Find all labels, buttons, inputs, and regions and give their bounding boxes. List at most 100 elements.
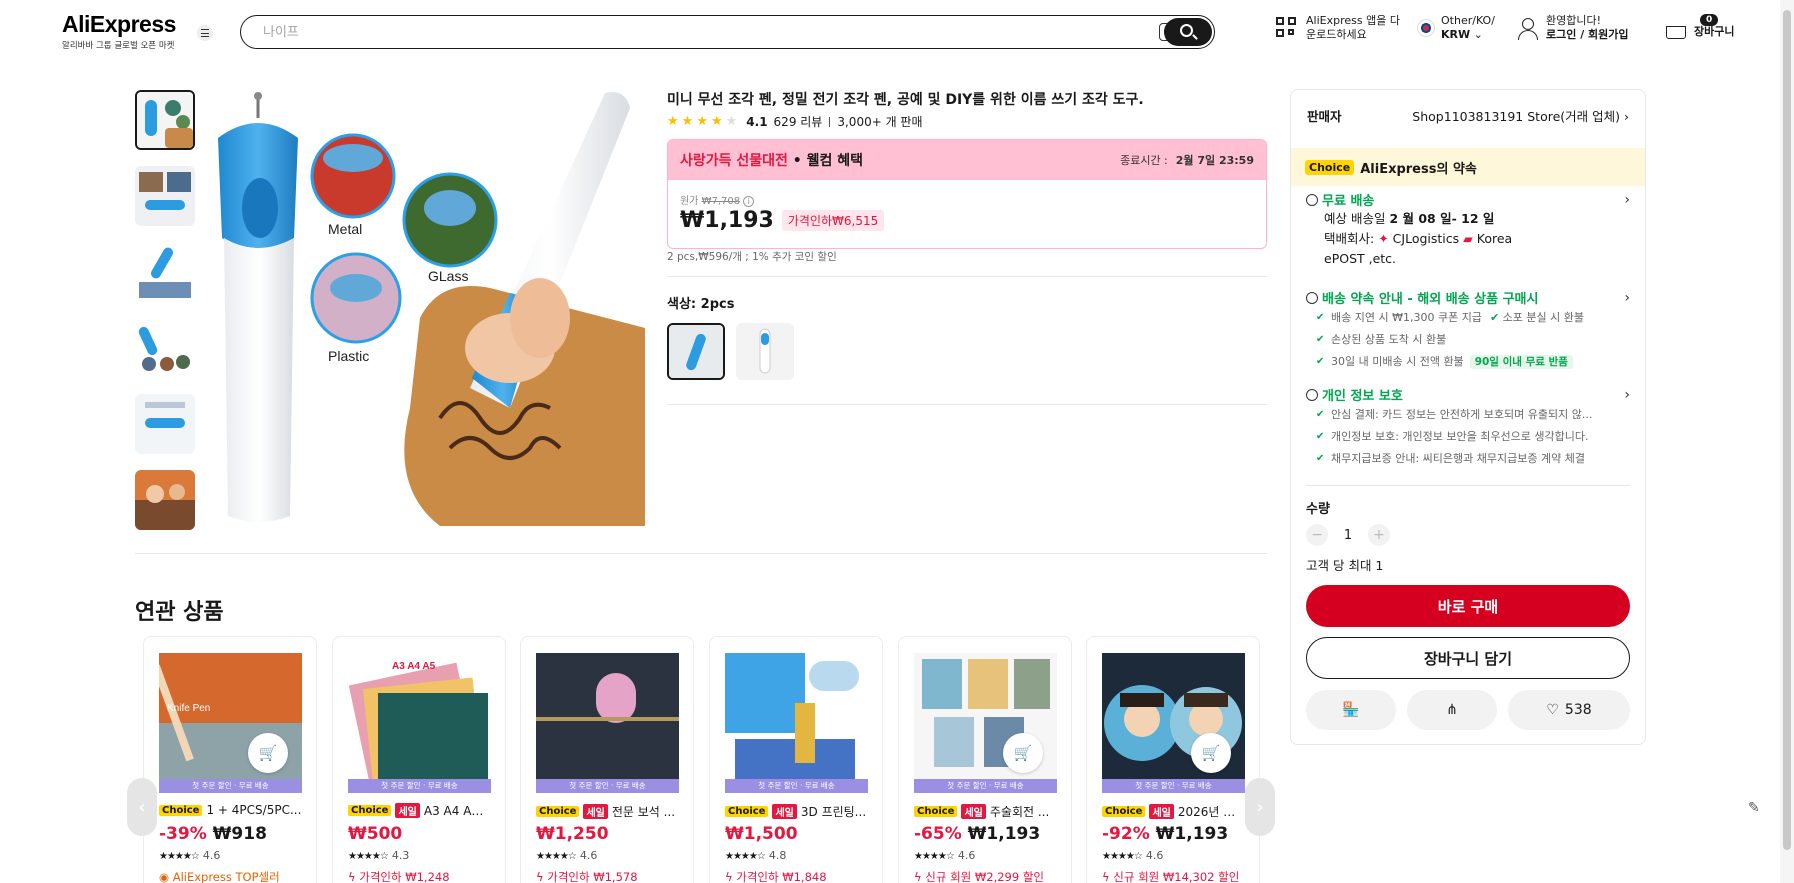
app-download[interactable]: AliExpress 앱을 다 운로드하세요	[1276, 14, 1400, 42]
thumbnail-4[interactable]	[135, 318, 195, 378]
divider	[667, 276, 1267, 277]
star-icon: ★	[710, 114, 723, 129]
star-icon: ★	[696, 114, 708, 129]
original-price: ₩7,708	[701, 196, 741, 207]
region-line1: Other/KO/	[1441, 14, 1495, 27]
seller-name[interactable]: Shop1103813191 Store(거래 업체)	[1412, 109, 1620, 124]
card-extra: ϟ 가격인하 ₩1,578	[536, 869, 638, 883]
thumbnail-5[interactable]	[135, 394, 195, 454]
product-thumbnail[interactable]	[725, 653, 868, 779]
privacy-item: 안심 결제: 카드 정보는 안전하게 보호되며 유출되지 않...	[1306, 404, 1630, 426]
color-option-2pcs[interactable]	[667, 323, 725, 380]
discount-badge: 가격인하₩6,515	[781, 210, 885, 231]
related-product-card[interactable]: 첫 주문 할인 · 무료 배송 🛒 Choice 세일 2026년 신... -92% ₩…	[1086, 636, 1260, 883]
card-extra: ϟ 가격인하 ₩1,848	[725, 869, 827, 883]
region-selector[interactable]: Other/KO/ KRW ⌄	[1417, 14, 1495, 42]
seller-row[interactable]: 판매자 Shop1103813191 Store(거래 업체) ›	[1307, 106, 1629, 125]
review-count[interactable]: 629 리뷰	[774, 113, 823, 130]
add-to-cart-button[interactable]: 장바구니 담기	[1306, 637, 1630, 679]
quantity-label: 수량	[1306, 502, 1330, 517]
related-product-card[interactable]: 첫 주문 할인 · 무료 배송 Choice 세일 3D 프린팅... ₩1,500 ★★…	[709, 636, 883, 883]
card-name: 전문 보석 ...	[611, 805, 676, 819]
search-button[interactable]	[1164, 18, 1212, 46]
wishlist-button[interactable]: ♡ 538	[1508, 690, 1630, 730]
star-rating-icon: ★★★★☆	[1102, 851, 1143, 862]
carrier-label: 택배회사:	[1324, 231, 1379, 246]
decrease-button[interactable]: −	[1306, 524, 1328, 546]
buy-now-button[interactable]: 바로 구매	[1306, 585, 1630, 627]
card-image-label: A3 A4 A5	[392, 661, 436, 672]
promise-item: 배송 지연 시 ₩1,300 쿠폰 지급✔ 소포 분실 시 환불	[1306, 307, 1630, 329]
search-input[interactable]	[263, 23, 1063, 41]
glass-label: GLass	[428, 268, 468, 284]
first-order-strip: 첫 주문 할인 · 무료 배송	[914, 779, 1057, 793]
related-product-card[interactable]: Knife Pen 첫 주문 할인 · 무료 배송 🛒 Choice 1 + 4PCS/…	[143, 636, 317, 883]
timer-label: 종료시간 :	[1120, 154, 1168, 167]
related-product-card[interactable]: 첫 주문 할인 · 무료 배송 🛒 Choice 세일 주술회전 ... -65% ₩1,…	[898, 636, 1072, 883]
account-menu[interactable]: 환영합니다! 로그인 / 회원가입	[1516, 14, 1629, 42]
delivery-promise-section[interactable]: 배송 약속 안내 - 해외 배송 상품 구매시 › 배송 지연 시 ₩1,300 …	[1306, 288, 1630, 373]
edit-icon[interactable]: ✎	[1748, 800, 1768, 820]
star-rating-icon: ★★★★☆	[725, 851, 766, 862]
card-name: 3D 프린팅...	[800, 805, 867, 819]
login-signup-link[interactable]: 로그인 / 회원가입	[1546, 28, 1629, 41]
rating-row: ★ ★ ★ ★ ★ 4.1 629 리뷰 3,000+ 개 판매	[667, 113, 923, 130]
store-button[interactable]: 🏪	[1306, 690, 1396, 730]
shipping-section[interactable]: 무료 배송 › 예상 배송일 2 월 08 일- 12 일 택배회사: ✦ CJL…	[1306, 190, 1630, 269]
info-icon[interactable]: i	[743, 196, 755, 207]
card-rating-value: 4.6	[957, 849, 976, 862]
menu-icon[interactable]	[197, 25, 213, 41]
product-thumbnail[interactable]: A3 A4 A5	[348, 653, 491, 779]
choice-badge: Choice	[1305, 159, 1355, 175]
privacy-section[interactable]: 개인 정보 보호 › 안심 결제: 카드 정보는 안전하게 보호되며 유출되지 않…	[1306, 385, 1630, 470]
carousel-next-button[interactable]: ›	[1245, 778, 1275, 836]
aliexpress-logo[interactable]: AliExpress 알리바바 그룹 글로벌 오픈 마켓	[62, 12, 176, 51]
promise-item: 손상된 상품 도착 시 환불	[1306, 329, 1630, 351]
card-rating: ★★★★☆ 4.6	[159, 849, 220, 862]
add-to-cart-icon[interactable]: 🛒	[1003, 733, 1043, 773]
add-to-cart-icon[interactable]: 🛒	[248, 733, 288, 773]
choice-badge: Choice	[536, 806, 580, 817]
thumbnail-3[interactable]	[135, 242, 195, 302]
heart-icon: ♡	[1546, 702, 1559, 718]
store-badge-icon: ◉	[159, 870, 173, 883]
card-title: Choice 세일 3D 프린팅...	[725, 803, 868, 820]
increase-button[interactable]: +	[1368, 524, 1390, 546]
cj-logo-icon: ✦	[1378, 231, 1389, 246]
color-option-white[interactable]	[736, 323, 794, 380]
divider	[135, 553, 1267, 554]
card-rating: ★★★★☆ 4.6	[914, 849, 975, 862]
first-order-strip: 첫 주문 할인 · 무료 배송	[348, 779, 491, 793]
qr-code-icon	[1276, 17, 1298, 39]
thumbnail-1[interactable]	[135, 90, 195, 150]
scrollbar-thumb[interactable]	[1783, 10, 1791, 850]
card-price: ₩1,500	[725, 824, 798, 844]
card-rating: ★★★★☆ 4.3	[348, 849, 409, 862]
card-title: Choice 세일 A3 A4 A5 ...	[348, 803, 491, 818]
add-to-cart-icon[interactable]: 🛒	[1191, 733, 1231, 773]
cart-link[interactable]: 장바구니	[1662, 20, 1734, 44]
carousel-prev-button[interactable]: ‹	[127, 778, 157, 836]
related-product-card[interactable]: A3 A4 A5 첫 주문 할인 · 무료 배송 Choice 세일 A3 A4 A5 …	[332, 636, 506, 883]
divider	[667, 404, 1267, 405]
quantity-value[interactable]: 1	[1328, 528, 1368, 543]
card-title: Choice 세일 2026년 신...	[1102, 803, 1245, 820]
top-header: AliExpress 알리바바 그룹 글로벌 오픈 마켓 AliExpress …	[0, 0, 1794, 64]
card-title: Choice 세일 주술회전 ...	[914, 803, 1057, 820]
original-price-label: 원가	[680, 196, 699, 207]
product-thumbnail[interactable]	[536, 653, 679, 779]
main-product-image[interactable]: Metal GLass Plastic	[210, 88, 645, 526]
choice-badge: Choice	[725, 806, 769, 817]
thumbnail-2[interactable]	[135, 166, 195, 226]
sale-badge: 세일	[583, 804, 608, 819]
related-product-card[interactable]: 첫 주문 할인 · 무료 배송 Choice 세일 전문 보석 ... ₩1,250 ★★…	[520, 636, 694, 883]
promise-title: AliExpress의 약속	[1360, 161, 1477, 177]
card-name: 주술회전 ...	[989, 805, 1050, 819]
card-rating: ★★★★☆ 4.6	[536, 849, 597, 862]
free-shipping-title: 무료 배송	[1322, 194, 1375, 209]
thumbnail-6[interactable]	[135, 470, 195, 530]
chevron-right-icon: ›	[1624, 191, 1630, 208]
scrollbar[interactable]	[1780, 0, 1794, 883]
promo-price-box: 사랑가득 선물대전 • 웰컴 혜택 종료시간 : 2월 7일 23:59 원가 ₩…	[667, 139, 1267, 249]
share-button[interactable]: ⋔	[1407, 690, 1497, 730]
